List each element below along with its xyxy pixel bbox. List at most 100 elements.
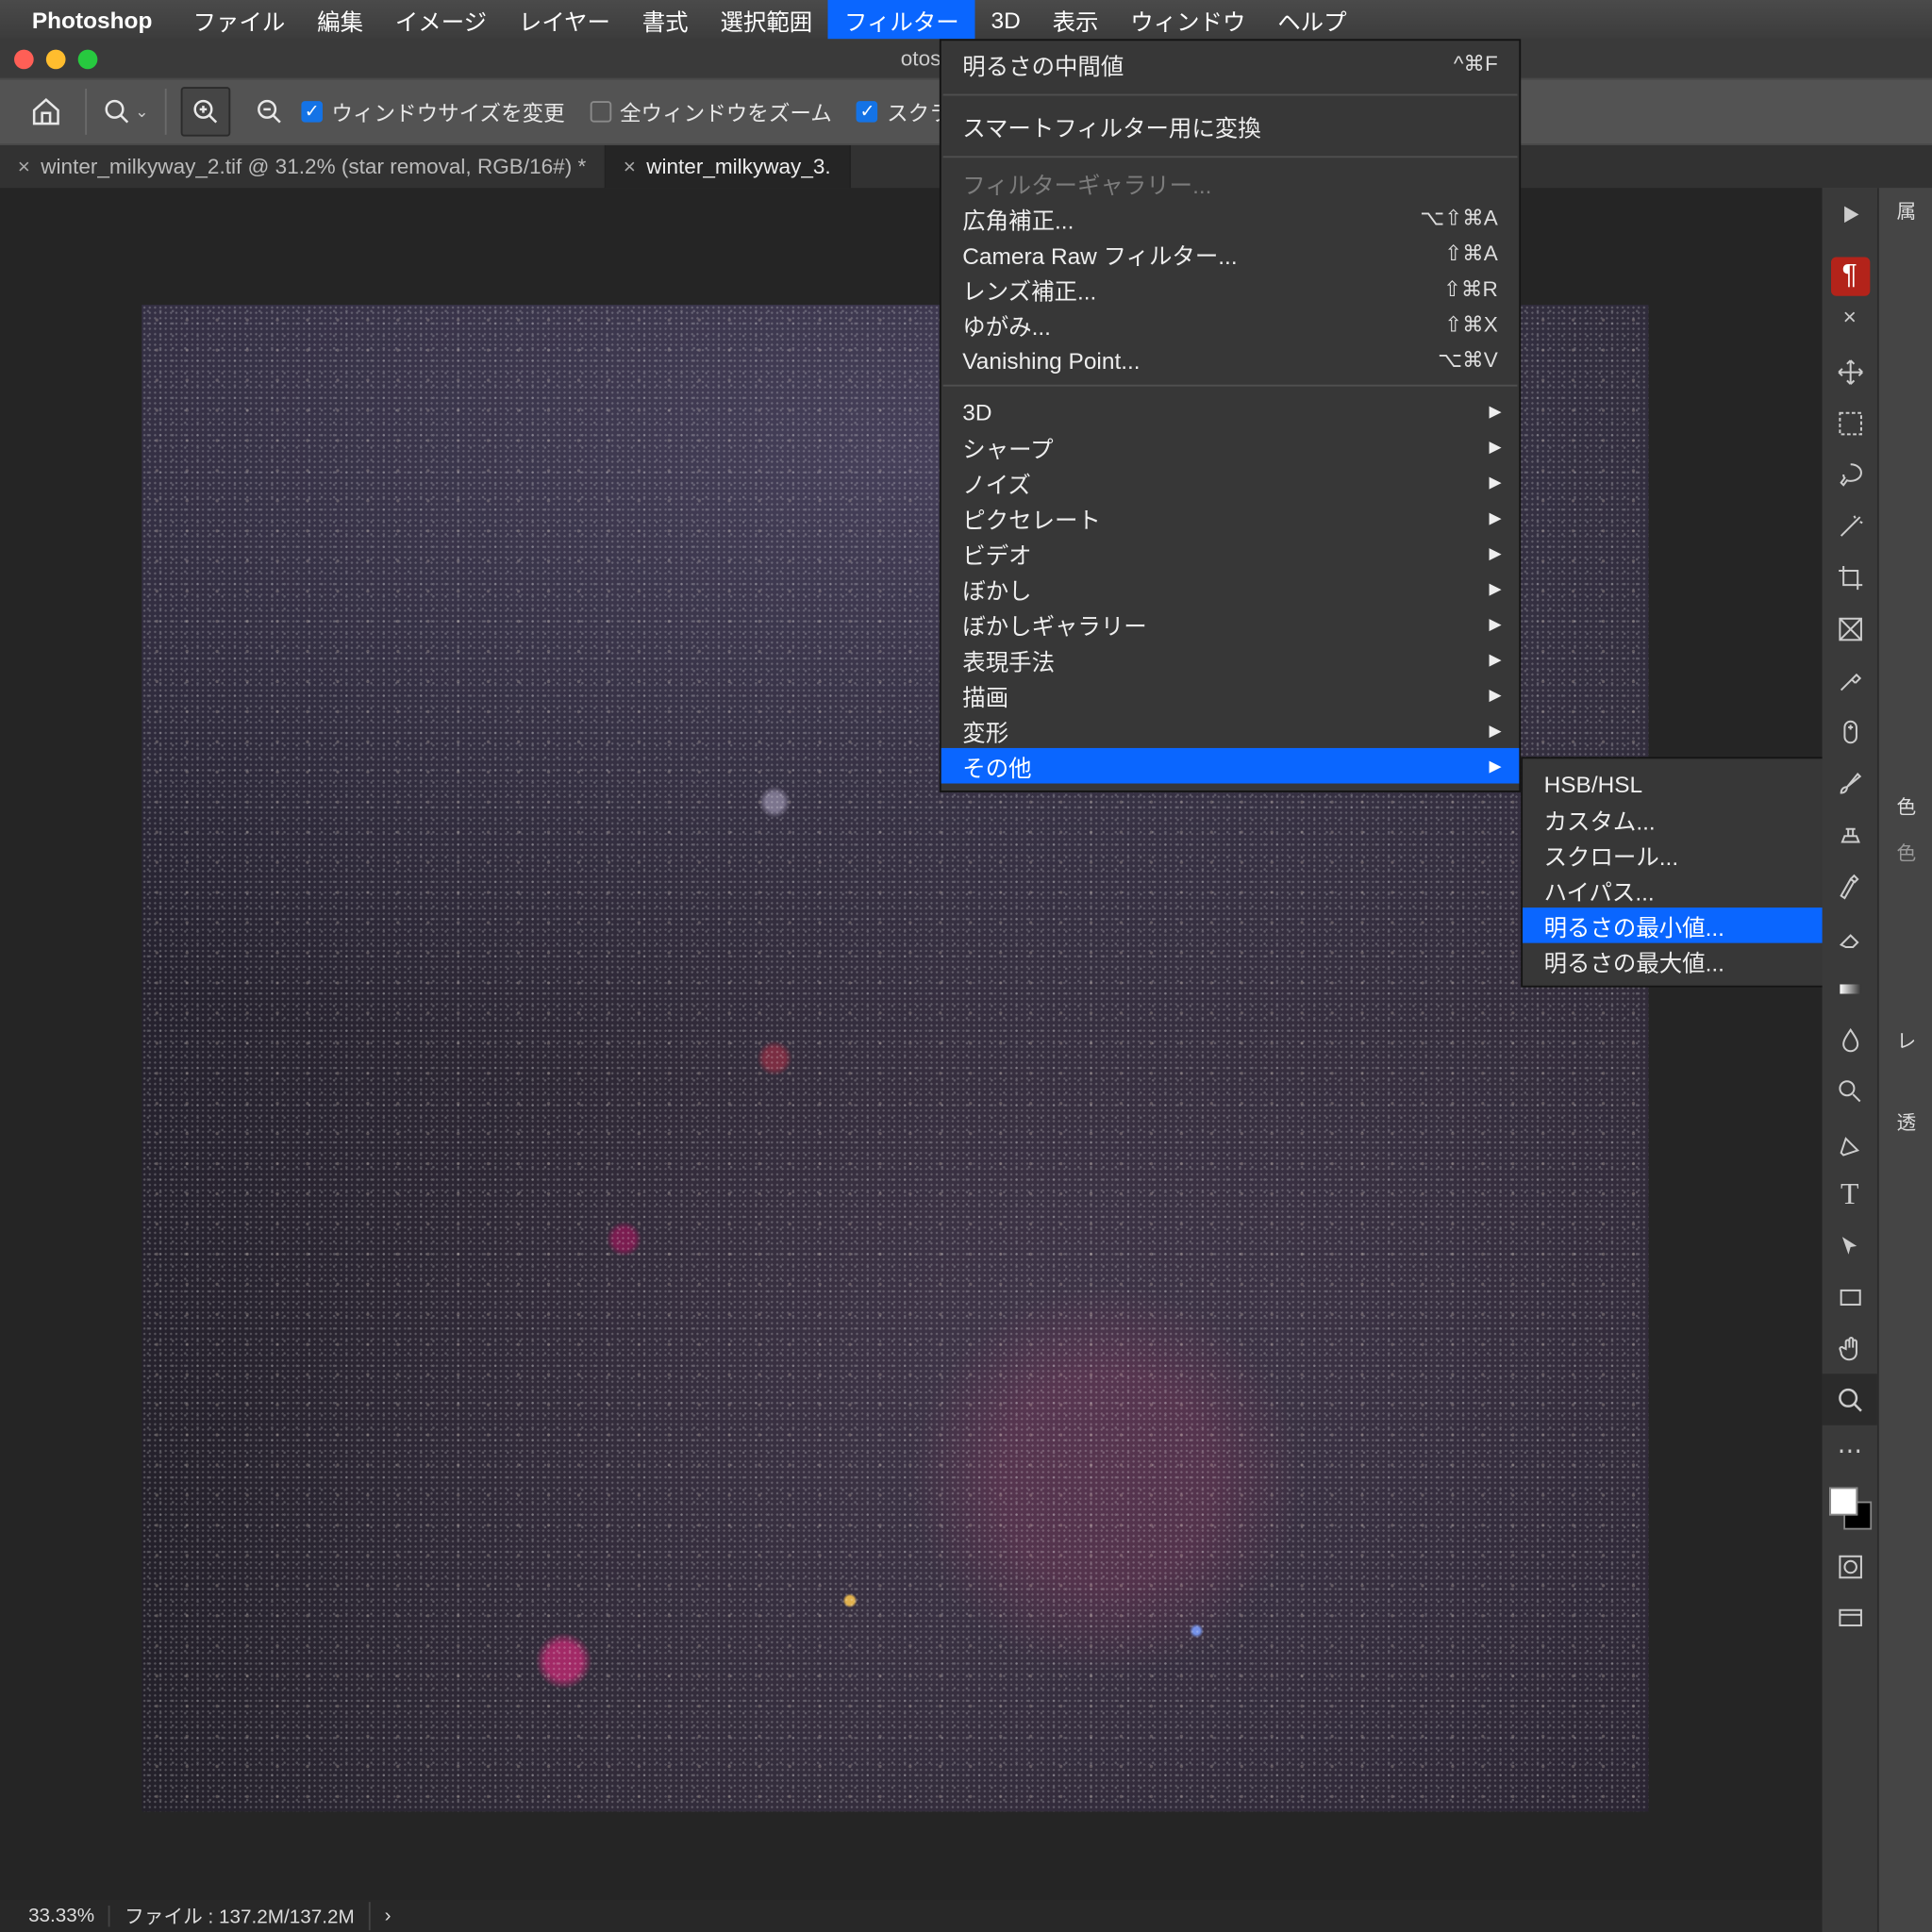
divider [165, 89, 167, 135]
screen-mode-icon[interactable] [1823, 1591, 1877, 1642]
checkbox-on-icon[interactable]: ✓ [857, 101, 878, 123]
menu-help[interactable]: ヘルプ [1261, 0, 1362, 39]
zoom-in-icon[interactable] [181, 87, 231, 137]
submenu-item-custom[interactable]: カスタム... [1523, 801, 1831, 837]
magic-wand-tool-icon[interactable] [1823, 500, 1877, 551]
checkbox-on-icon[interactable]: ✓ [301, 101, 323, 123]
edit-toolbar-icon[interactable]: ⋯ [1823, 1425, 1877, 1476]
foreground-color-swatch[interactable] [1828, 1487, 1857, 1515]
close-window-icon[interactable] [14, 49, 34, 69]
menu-item-lens-correction[interactable]: レンズ補正...⇧⌘R [941, 271, 1520, 307]
menu-3d[interactable]: 3D [975, 0, 1037, 39]
traffic-lights [14, 49, 97, 69]
minimize-window-icon[interactable] [46, 49, 66, 69]
menu-item-blur[interactable]: ぼかし [941, 571, 1520, 607]
pen-tool-icon[interactable] [1823, 1117, 1877, 1168]
frame-tool-icon[interactable] [1823, 603, 1877, 654]
submenu-item-hsb[interactable]: HSB/HSL [1523, 766, 1831, 802]
document-tab-label: winter_milkyway_3. [646, 154, 831, 178]
move-tool-icon[interactable] [1823, 345, 1877, 396]
panel-tab[interactable]: 色 [1879, 829, 1932, 875]
macos-menubar: Photoshop ファイル 編集 イメージ レイヤー 書式 選択範囲 フィルタ… [0, 0, 1932, 39]
eyedropper-tool-icon[interactable] [1823, 654, 1877, 705]
blur-tool-icon[interactable] [1823, 1014, 1877, 1065]
menu-image[interactable]: イメージ [379, 0, 503, 39]
document-tab[interactable]: × winter_milkyway_3. [606, 145, 850, 188]
menu-separator [943, 385, 1518, 387]
panel-tab[interactable]: レ [1879, 1018, 1932, 1064]
menu-item-other[interactable]: その他 [941, 748, 1520, 784]
menu-window[interactable]: ウィンドウ [1114, 0, 1261, 39]
checkbox-off-icon[interactable] [590, 101, 611, 123]
healing-brush-tool-icon[interactable] [1823, 706, 1877, 757]
marquee-tool-icon[interactable] [1823, 397, 1877, 448]
document-size[interactable]: ファイル : 137.2M/137.2M [110, 1902, 371, 1930]
menu-item-sharpen[interactable]: シャープ [941, 429, 1520, 465]
menu-item-blur-gallery[interactable]: ぼかしギャラリー [941, 607, 1520, 642]
zoom-tool-icon[interactable] [1823, 1374, 1877, 1424]
dodge-tool-icon[interactable] [1823, 1065, 1877, 1116]
opt-zoom-all[interactable]: 全ウィンドウをズーム [590, 96, 832, 126]
type-tool-icon[interactable]: T [1823, 1168, 1877, 1219]
paragraph-panel-icon[interactable]: ¶ [1830, 257, 1869, 295]
close-tab-icon[interactable]: × [18, 154, 30, 178]
clone-stamp-tool-icon[interactable] [1823, 808, 1877, 859]
menu-type[interactable]: 書式 [626, 0, 705, 39]
menu-item-video[interactable]: ビデオ [941, 535, 1520, 571]
menu-item-render[interactable]: 描画 [941, 677, 1520, 713]
menu-item-3d[interactable]: 3D [941, 393, 1520, 429]
menu-item-liquify[interactable]: ゆがみ...⇧⌘X [941, 307, 1520, 342]
filter-menu-dropdown: 明るさの中間値 ^⌘F スマートフィルター用に変換 フィルターギャラリー... … [940, 39, 1521, 792]
document-tab[interactable]: × winter_milkyway_2.tif @ 31.2% (star re… [0, 145, 606, 188]
menu-item-stylize[interactable]: 表現手法 [941, 641, 1520, 677]
submenu-item-scroll[interactable]: スクロール... [1523, 837, 1831, 873]
canvas-area [0, 188, 1823, 1900]
menu-item-wide-angle[interactable]: 広角補正...⌥⇧⌘A [941, 200, 1520, 236]
menu-item-smart-filter[interactable]: スマートフィルター用に変換 [941, 103, 1520, 149]
app-name[interactable]: Photoshop [32, 7, 153, 33]
menu-select[interactable]: 選択範囲 [705, 0, 829, 39]
status-menu-icon[interactable]: › [371, 1906, 406, 1927]
quick-mask-icon[interactable] [1823, 1541, 1877, 1591]
menu-item-vanishing-point[interactable]: Vanishing Point...⌥⌘V [941, 342, 1520, 378]
zoom-window-icon[interactable] [78, 49, 98, 69]
menu-item-pixelate[interactable]: ピクセレート [941, 500, 1520, 536]
opt-resize-windows[interactable]: ✓ ウィンドウサイズを変更 [301, 96, 564, 126]
submenu-item-highpass[interactable]: ハイパス... [1523, 872, 1831, 908]
hand-tool-icon[interactable] [1823, 1323, 1877, 1374]
play-action-icon[interactable] [1823, 188, 1877, 239]
gradient-tool-icon[interactable] [1823, 962, 1877, 1013]
panel-tab[interactable]: 属 [1879, 188, 1932, 234]
zoom-out-icon[interactable] [244, 87, 294, 137]
lasso-tool-icon[interactable] [1823, 448, 1877, 499]
menu-filter[interactable]: フィルター [828, 0, 974, 39]
menu-item-camera-raw[interactable]: Camera Raw フィルター...⇧⌘A [941, 236, 1520, 272]
submenu-item-minimum[interactable]: 明るさの最小値... [1523, 908, 1831, 943]
menu-file[interactable]: ファイル [177, 0, 302, 39]
menu-layer[interactable]: レイヤー [503, 0, 626, 39]
menu-view[interactable]: 表示 [1037, 0, 1115, 39]
color-swatches[interactable] [1828, 1487, 1871, 1529]
close-tab-icon[interactable]: × [624, 154, 636, 178]
zoom-tool-preset-icon[interactable]: ⌄ [101, 87, 151, 137]
close-panel-icon[interactable]: × [1823, 300, 1877, 332]
rectangle-tool-icon[interactable] [1823, 1271, 1877, 1322]
status-bar: 33.33% ファイル : 137.2M/137.2M › [0, 1900, 1823, 1932]
home-icon[interactable] [22, 87, 72, 137]
tool-strip: ¶ × T ⋯ [1823, 188, 1877, 1932]
eraser-tool-icon[interactable] [1823, 911, 1877, 962]
path-select-tool-icon[interactable] [1823, 1220, 1877, 1271]
brush-tool-icon[interactable] [1823, 757, 1877, 808]
menu-separator [943, 156, 1518, 158]
submenu-item-maximum[interactable]: 明るさの最大値... [1523, 943, 1831, 979]
crop-tool-icon[interactable] [1823, 551, 1877, 602]
panel-tab[interactable]: 透 [1879, 1099, 1932, 1145]
history-brush-tool-icon[interactable] [1823, 859, 1877, 910]
document-tab-label: winter_milkyway_2.tif @ 31.2% (star remo… [41, 154, 586, 178]
menu-item-noise[interactable]: ノイズ [941, 464, 1520, 500]
menu-item-last-filter[interactable]: 明るさの中間値 ^⌘F [941, 41, 1520, 87]
menu-edit[interactable]: 編集 [301, 0, 379, 39]
panel-tab[interactable]: 色 [1879, 784, 1932, 830]
zoom-level[interactable]: 33.33% [14, 1906, 110, 1927]
menu-item-distort[interactable]: 変形 [941, 712, 1520, 748]
